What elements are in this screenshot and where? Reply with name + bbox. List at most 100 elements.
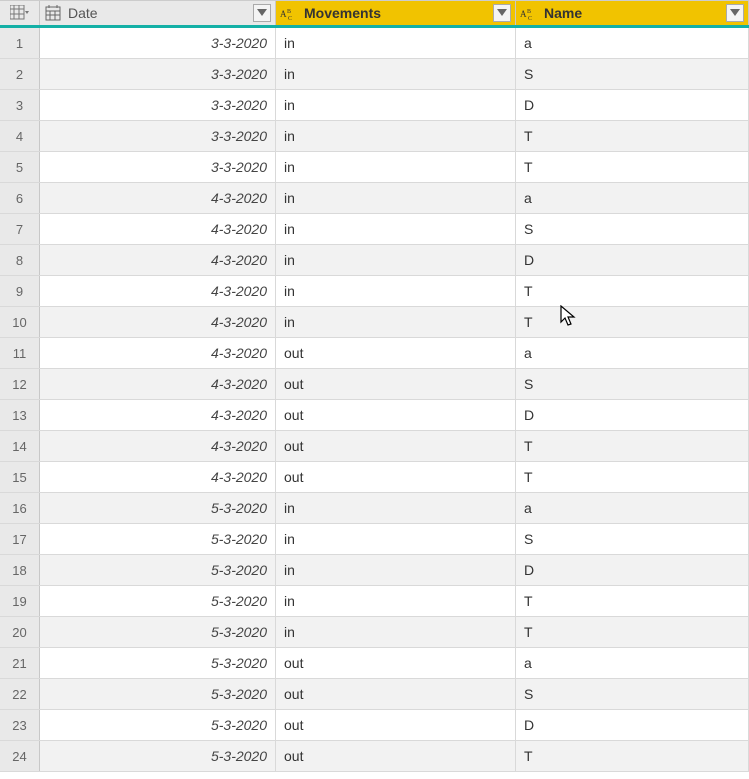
cell-name[interactable]: S (516, 679, 749, 709)
cell-date[interactable]: 4-3-2020 (40, 214, 276, 244)
cell-name[interactable]: D (516, 90, 749, 120)
cell-name[interactable]: D (516, 710, 749, 740)
cell-date[interactable]: 4-3-2020 (40, 307, 276, 337)
table-row[interactable]: 144-3-2020outT (0, 431, 749, 462)
cell-name[interactable]: a (516, 648, 749, 678)
cell-name[interactable]: T (516, 307, 749, 337)
cell-date[interactable]: 4-3-2020 (40, 338, 276, 368)
table-row[interactable]: 235-3-2020outD (0, 710, 749, 741)
cell-date[interactable]: 3-3-2020 (40, 28, 276, 58)
cell-movements[interactable]: out (276, 338, 516, 368)
cell-date[interactable]: 5-3-2020 (40, 679, 276, 709)
cell-date[interactable]: 5-3-2020 (40, 648, 276, 678)
filter-button-name[interactable] (726, 4, 744, 22)
cell-date[interactable]: 3-3-2020 (40, 152, 276, 182)
cell-movements[interactable]: in (276, 245, 516, 275)
cell-movements[interactable]: in (276, 59, 516, 89)
cell-name[interactable]: S (516, 369, 749, 399)
filter-button-date[interactable] (253, 4, 271, 22)
cell-date[interactable]: 5-3-2020 (40, 524, 276, 554)
table-row[interactable]: 245-3-2020outT (0, 741, 749, 772)
cell-date[interactable]: 5-3-2020 (40, 493, 276, 523)
cell-movements[interactable]: in (276, 586, 516, 616)
cell-date[interactable]: 5-3-2020 (40, 710, 276, 740)
cell-movements[interactable]: in (276, 183, 516, 213)
cell-name[interactable]: a (516, 28, 749, 58)
cell-name[interactable]: S (516, 59, 749, 89)
cell-date[interactable]: 4-3-2020 (40, 183, 276, 213)
cell-name[interactable]: T (516, 586, 749, 616)
cell-date[interactable]: 4-3-2020 (40, 462, 276, 492)
cell-movements[interactable]: out (276, 679, 516, 709)
cell-name[interactable]: S (516, 524, 749, 554)
table-row[interactable]: 154-3-2020outT (0, 462, 749, 493)
cell-date[interactable]: 5-3-2020 (40, 617, 276, 647)
cell-movements[interactable]: in (276, 90, 516, 120)
cell-date[interactable]: 5-3-2020 (40, 741, 276, 771)
table-row[interactable]: 13-3-2020ina (0, 28, 749, 59)
cell-date[interactable]: 5-3-2020 (40, 586, 276, 616)
cell-date[interactable]: 4-3-2020 (40, 369, 276, 399)
cell-name[interactable]: a (516, 183, 749, 213)
cell-name[interactable]: T (516, 462, 749, 492)
table-menu-button[interactable] (0, 1, 40, 25)
cell-movements[interactable]: in (276, 121, 516, 151)
cell-movements[interactable]: out (276, 369, 516, 399)
cell-date[interactable]: 4-3-2020 (40, 400, 276, 430)
table-row[interactable]: 33-3-2020inD (0, 90, 749, 121)
table-row[interactable]: 84-3-2020inD (0, 245, 749, 276)
cell-name[interactable]: T (516, 152, 749, 182)
cell-name[interactable]: D (516, 400, 749, 430)
cell-movements[interactable]: in (276, 617, 516, 647)
cell-movements[interactable]: in (276, 555, 516, 585)
column-header-movements[interactable]: A B C Movements (276, 1, 516, 25)
cell-date[interactable]: 3-3-2020 (40, 59, 276, 89)
cell-movements[interactable]: in (276, 214, 516, 244)
table-row[interactable]: 215-3-2020outa (0, 648, 749, 679)
cell-name[interactable]: a (516, 338, 749, 368)
cell-date[interactable]: 4-3-2020 (40, 276, 276, 306)
cell-movements[interactable]: out (276, 462, 516, 492)
column-header-date[interactable]: Date (40, 1, 276, 25)
table-row[interactable]: 43-3-2020inT (0, 121, 749, 152)
table-row[interactable]: 185-3-2020inD (0, 555, 749, 586)
table-row[interactable]: 134-3-2020outD (0, 400, 749, 431)
column-header-name[interactable]: A B C Name (516, 1, 749, 25)
cell-movements[interactable]: in (276, 28, 516, 58)
table-row[interactable]: 225-3-2020outS (0, 679, 749, 710)
cell-date[interactable]: 4-3-2020 (40, 245, 276, 275)
table-row[interactable]: 195-3-2020inT (0, 586, 749, 617)
cell-movements[interactable]: in (276, 493, 516, 523)
table-row[interactable]: 74-3-2020inS (0, 214, 749, 245)
table-row[interactable]: 94-3-2020inT (0, 276, 749, 307)
cell-date[interactable]: 4-3-2020 (40, 431, 276, 461)
table-row[interactable]: 64-3-2020ina (0, 183, 749, 214)
table-row[interactable]: 53-3-2020inT (0, 152, 749, 183)
cell-date[interactable]: 5-3-2020 (40, 555, 276, 585)
cell-date[interactable]: 3-3-2020 (40, 90, 276, 120)
cell-movements[interactable]: out (276, 648, 516, 678)
table-row[interactable]: 165-3-2020ina (0, 493, 749, 524)
table-row[interactable]: 124-3-2020outS (0, 369, 749, 400)
cell-name[interactable]: T (516, 431, 749, 461)
filter-button-movements[interactable] (493, 4, 511, 22)
cell-name[interactable]: S (516, 214, 749, 244)
cell-name[interactable]: D (516, 555, 749, 585)
cell-name[interactable]: a (516, 493, 749, 523)
cell-name[interactable]: D (516, 245, 749, 275)
cell-movements[interactable]: in (276, 307, 516, 337)
table-row[interactable]: 114-3-2020outa (0, 338, 749, 369)
cell-movements[interactable]: in (276, 152, 516, 182)
cell-movements[interactable]: in (276, 524, 516, 554)
cell-date[interactable]: 3-3-2020 (40, 121, 276, 151)
cell-name[interactable]: T (516, 276, 749, 306)
cell-movements[interactable]: out (276, 741, 516, 771)
cell-name[interactable]: T (516, 121, 749, 151)
cell-movements[interactable]: in (276, 276, 516, 306)
cell-movements[interactable]: out (276, 431, 516, 461)
table-row[interactable]: 175-3-2020inS (0, 524, 749, 555)
cell-movements[interactable]: out (276, 400, 516, 430)
table-row[interactable]: 104-3-2020inT (0, 307, 749, 338)
table-row[interactable]: 205-3-2020inT (0, 617, 749, 648)
cell-movements[interactable]: out (276, 710, 516, 740)
